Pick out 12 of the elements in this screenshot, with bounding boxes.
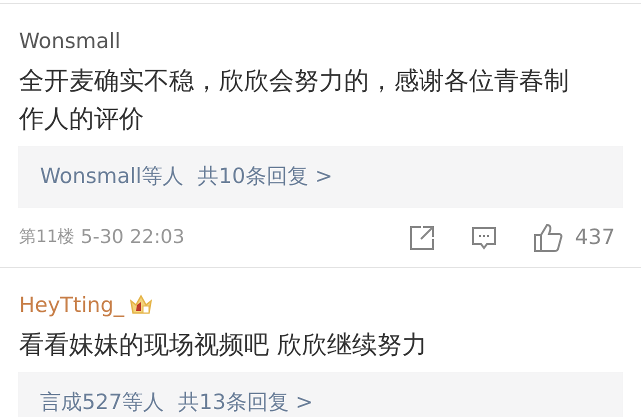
- comment-text: 全开麦确实不稳，欣欣会努力的，感谢各位青春制作人的评价: [18, 65, 570, 135]
- comment-text: 看看妹妹的现场视频吧 欣欣继续努力: [18, 329, 428, 361]
- timestamp: 5-30 22:03: [80, 225, 185, 250]
- like-count: 437: [574, 224, 615, 251]
- replies-link[interactable]: Wonsmall等人 共10条回复 >: [18, 146, 623, 208]
- username[interactable]: Wonsmall: [19, 28, 121, 54]
- username[interactable]: HeyTting_: [19, 292, 124, 318]
- floor-number: 第11楼: [19, 226, 75, 249]
- thumbs-up-icon[interactable]: [532, 222, 563, 252]
- comment-icon[interactable]: [470, 224, 497, 250]
- replies-link[interactable]: 言成527等人 共13条回复 >: [18, 372, 623, 417]
- share-icon[interactable]: [408, 224, 435, 250]
